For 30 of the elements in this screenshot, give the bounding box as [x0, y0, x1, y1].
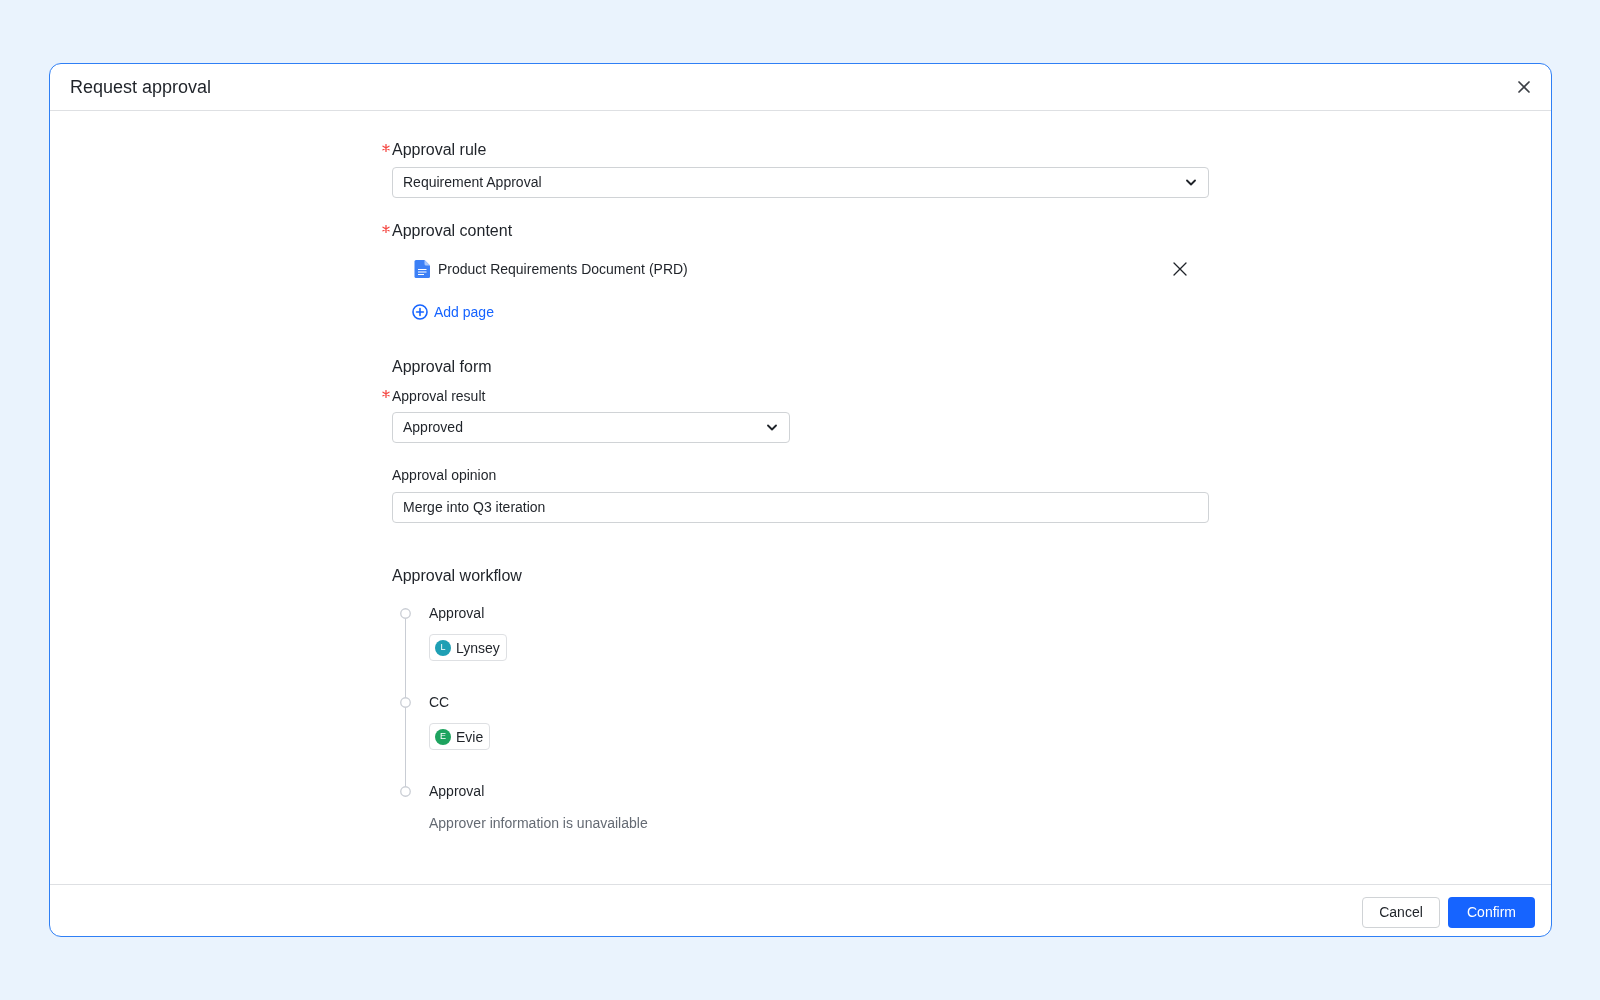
- close-button[interactable]: [1518, 81, 1530, 93]
- page-title[interactable]: Product Requirements Document (PRD): [438, 259, 688, 279]
- section-heading: Approval workflow: [392, 566, 522, 586]
- text-field[interactable]: Merge into Q3 iteration: [392, 492, 1209, 523]
- step-title: CC: [429, 693, 450, 712]
- field-label: Approval content: [392, 221, 513, 241]
- confirm-button[interactable]: Confirm: [1448, 896, 1535, 928]
- field-label: Approval result: [392, 387, 486, 406]
- close-icon: [1518, 81, 1530, 93]
- person-name: Lynsey: [456, 638, 500, 658]
- person-name: Evie: [456, 727, 484, 747]
- cancel-button[interactable]: Cancel: [1362, 896, 1440, 928]
- field-label: Approval rule: [392, 140, 487, 160]
- select-field[interactable]: Requirement Approval: [392, 167, 1209, 198]
- select-field[interactable]: Approved: [392, 412, 790, 443]
- avatar: L: [435, 639, 451, 656]
- dialog-title: Request approval: [70, 76, 212, 99]
- section-heading: Approval form: [392, 357, 492, 377]
- plus-circle-icon: [412, 304, 428, 320]
- chevron-down-icon: [767, 424, 777, 431]
- step-note: Approver information is unavailable: [429, 814, 648, 833]
- chevron-down-icon: [1186, 179, 1196, 186]
- field-label: Approval opinion: [392, 466, 497, 485]
- avatar: E: [435, 728, 451, 745]
- document-icon: [414, 260, 430, 278]
- remove-button[interactable]: [1173, 262, 1187, 276]
- step-title: Approval: [429, 604, 485, 623]
- close-icon: [1173, 262, 1187, 276]
- step-title: Approval: [429, 782, 485, 801]
- add-page-button[interactable]: Add page: [412, 301, 494, 323]
